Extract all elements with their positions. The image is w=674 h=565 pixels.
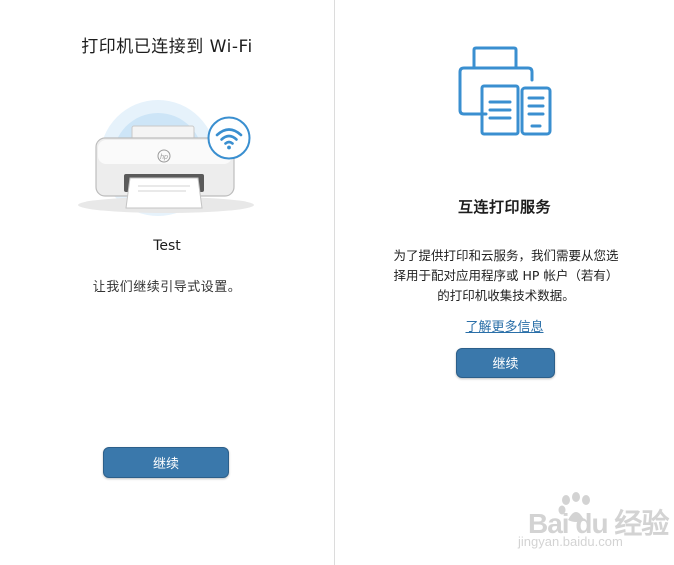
guided-setup-text: 让我们继续引导式设置。 [92, 280, 242, 295]
page-title: 打印机已连接到 Wi-Fi [81, 37, 253, 57]
continue-button-services[interactable]: 继续 [456, 348, 555, 378]
printer-name: Test [153, 238, 181, 254]
printer-phone-icon [456, 44, 556, 140]
baidu-watermark: Bai du 经验 jingyan.baidu.com [508, 492, 669, 558]
hp-setup-screen: 打印机已连接到 Wi-Fi hp Test 让我们继续引导式设置。 继续 互连打… [0, 0, 674, 565]
description-line: 的打印机收集技术数据。 [437, 288, 575, 303]
hp-logo: hp [160, 154, 168, 161]
section-title: 互连打印服务 [457, 198, 551, 216]
description-line: 为了提供打印和云服务，我们需要从您选 [393, 248, 619, 263]
watermark-sub-text: jingyan.baidu.com [518, 534, 623, 549]
continue-button[interactable]: 继续 [103, 447, 229, 478]
description-line: 择用于配对应用程序或 HP 帐户（若有） [393, 268, 619, 283]
wifi-connected-panel: 打印机已连接到 Wi-Fi hp Test 让我们继续引导式设置。 继续 [0, 0, 334, 565]
connected-services-panel: 互连打印服务 为了提供打印和云服务，我们需要从您选 择用于配对应用程序或 HP … [335, 0, 674, 565]
description-text: 为了提供打印和云服务，我们需要从您选 择用于配对应用程序或 HP 帐户（若有） … [355, 246, 657, 306]
learn-more-link[interactable]: 了解更多信息 [335, 316, 674, 335]
wifi-icon [207, 116, 251, 160]
